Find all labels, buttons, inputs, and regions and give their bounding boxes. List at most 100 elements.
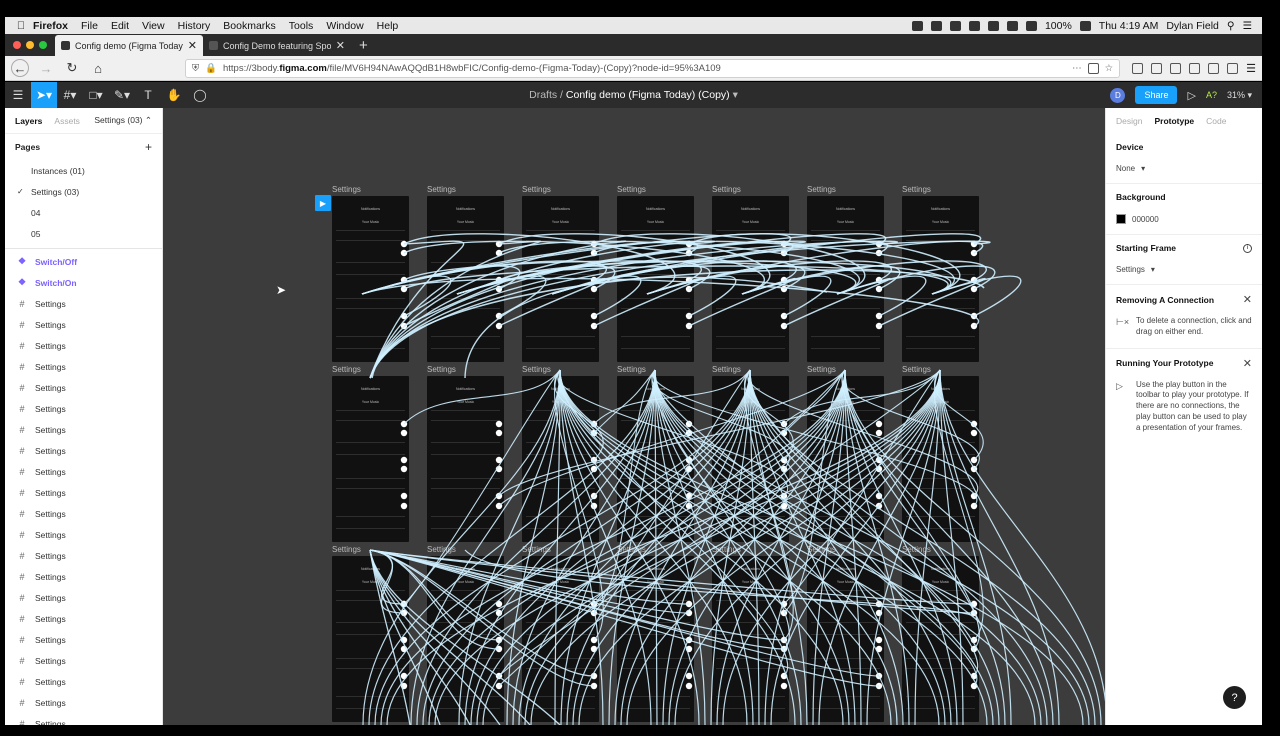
connection-line[interactable]: [410, 369, 561, 725]
status-icon[interactable]: [911, 20, 923, 31]
layer-frame[interactable]: # Settings: [5, 608, 162, 629]
back-button[interactable]: ←: [11, 59, 29, 77]
close-icon[interactable]: ✕: [1243, 293, 1252, 306]
url-bar[interactable]: ⛨ 🔒 https://3body.figma.com/file/MV6H94N…: [185, 58, 1121, 78]
connection-handle[interactable]: [400, 456, 408, 464]
menu-window[interactable]: Window: [326, 20, 363, 32]
zoom-window-icon[interactable]: [39, 41, 47, 49]
connection-line[interactable]: [380, 369, 846, 725]
layer-frame[interactable]: # Settings: [5, 335, 162, 356]
connection-line[interactable]: [749, 369, 760, 725]
layer-frame[interactable]: # Settings: [5, 440, 162, 461]
sidebar-icon[interactable]: [1151, 62, 1163, 74]
user-name[interactable]: Dylan Field: [1166, 20, 1219, 32]
accessibility-badge[interactable]: A?: [1206, 90, 1217, 100]
apple-icon[interactable]: : [15, 20, 27, 32]
background-color-field[interactable]: 000000: [1116, 214, 1252, 224]
layer-frame[interactable]: # Settings: [5, 671, 162, 692]
shield-icon[interactable]: ⛨: [192, 63, 199, 74]
layer-component[interactable]: ❖ Switch/On: [5, 272, 162, 293]
lock-icon[interactable]: 🔒: [205, 63, 217, 74]
layer-frame[interactable]: # Settings: [5, 713, 162, 726]
minimize-window-icon[interactable]: [26, 41, 34, 49]
connection-line[interactable]: [403, 369, 561, 605]
layer-frame[interactable]: # Settings: [5, 524, 162, 545]
forward-button[interactable]: →: [37, 59, 55, 77]
flow-start-play-icon[interactable]: ▶: [315, 195, 331, 211]
chevron-down-icon[interactable]: ▾: [733, 89, 738, 101]
connection-handle[interactable]: [970, 429, 978, 437]
menu-view[interactable]: View: [142, 20, 165, 32]
layer-frame[interactable]: # Settings: [5, 587, 162, 608]
connection-handle[interactable]: [875, 636, 883, 644]
connection-line[interactable]: [403, 369, 561, 425]
connection-handle[interactable]: [780, 682, 788, 690]
layer-frame[interactable]: # Settings: [5, 314, 162, 335]
battery-icon[interactable]: [1079, 20, 1091, 31]
layer-frame[interactable]: # Settings: [5, 356, 162, 377]
home-button[interactable]: ⌂: [89, 59, 107, 77]
url-text[interactable]: https://3body.figma.com/file/MV6H94NAwAQ…: [223, 63, 1066, 74]
hand-tool-icon[interactable]: ✋: [161, 82, 187, 108]
spotlight-icon[interactable]: ⚲: [1227, 20, 1235, 32]
move-tool-icon[interactable]: ➤▾: [31, 82, 57, 108]
library-icon[interactable]: [1132, 62, 1144, 74]
add-page-button[interactable]: +: [145, 140, 152, 154]
comment-tool-icon[interactable]: ◯: [187, 82, 213, 108]
connection-line[interactable]: [368, 369, 656, 725]
layer-frame[interactable]: # Settings: [5, 293, 162, 314]
connection-line[interactable]: [783, 277, 891, 327]
status-icon[interactable]: [968, 20, 980, 31]
tab-assets[interactable]: Assets: [54, 116, 80, 126]
page-item-selected[interactable]: ✓ Settings (03): [5, 181, 162, 202]
layer-frame[interactable]: # Settings: [5, 377, 162, 398]
tab-layers[interactable]: Layers: [15, 116, 42, 126]
close-tab-icon[interactable]: ✕: [336, 39, 345, 52]
menu-tools[interactable]: Tools: [289, 20, 314, 32]
layer-frame[interactable]: # Settings: [5, 545, 162, 566]
page-selector[interactable]: Settings (03) ⌃: [94, 115, 152, 126]
page-item[interactable]: 05: [5, 223, 162, 244]
canvas[interactable]: Settings Notifications Your Music Settings N…: [163, 108, 1105, 725]
page-item[interactable]: 04: [5, 202, 162, 223]
layer-frame[interactable]: # Settings: [5, 629, 162, 650]
browser-tab-active[interactable]: Config demo (Figma Today) (Cc ✕: [55, 35, 203, 56]
share-button[interactable]: Share: [1135, 86, 1178, 104]
text-tool-icon[interactable]: T: [135, 82, 161, 108]
layer-frame[interactable]: # Settings: [5, 482, 162, 503]
layer-frame[interactable]: # Settings: [5, 398, 162, 419]
shape-tool-icon[interactable]: □▾: [83, 82, 109, 108]
bookmark-star-icon[interactable]: ☆: [1105, 63, 1114, 74]
connection-line[interactable]: [593, 277, 701, 327]
close-tab-icon[interactable]: ✕: [188, 39, 197, 52]
connection-handle[interactable]: [495, 429, 503, 437]
menu-bookmarks[interactable]: Bookmarks: [223, 20, 276, 32]
dropbox-icon[interactable]: [930, 20, 942, 31]
layer-frame[interactable]: # Settings: [5, 503, 162, 524]
layer-frame[interactable]: # Settings: [5, 692, 162, 713]
connection-handle[interactable]: [400, 429, 408, 437]
reload-button[interactable]: ↻: [63, 59, 81, 77]
connection-handle[interactable]: [685, 682, 693, 690]
connection-handle[interactable]: [495, 420, 503, 428]
connection-line[interactable]: [554, 369, 561, 725]
pocket-icon[interactable]: [1087, 62, 1099, 74]
page-item[interactable]: Instances (01): [5, 160, 162, 181]
wifi-icon[interactable]: [1025, 20, 1037, 31]
color-swatch[interactable]: [1116, 214, 1126, 224]
extension-icon[interactable]: [1227, 62, 1239, 74]
connection-handle[interactable]: [685, 672, 693, 680]
connection-line[interactable]: [422, 369, 751, 725]
clock[interactable]: Thu 4:19 AM: [1099, 20, 1159, 32]
device-select[interactable]: None ▾: [1116, 164, 1252, 173]
connection-handle[interactable]: [400, 502, 408, 510]
zoom-level[interactable]: 31% ▾: [1227, 90, 1252, 101]
layer-frame[interactable]: # Settings: [5, 566, 162, 587]
screen-mirror-icon[interactable]: [1006, 20, 1018, 31]
layer-frame[interactable]: # Settings: [5, 461, 162, 482]
connection-line[interactable]: [783, 369, 941, 425]
connection-line[interactable]: [914, 369, 941, 725]
pen-tool-icon[interactable]: ✎▾: [109, 82, 135, 108]
hamburger-menu-icon[interactable]: ☰: [1246, 62, 1256, 75]
main-menu-icon[interactable]: ☰: [5, 82, 31, 108]
